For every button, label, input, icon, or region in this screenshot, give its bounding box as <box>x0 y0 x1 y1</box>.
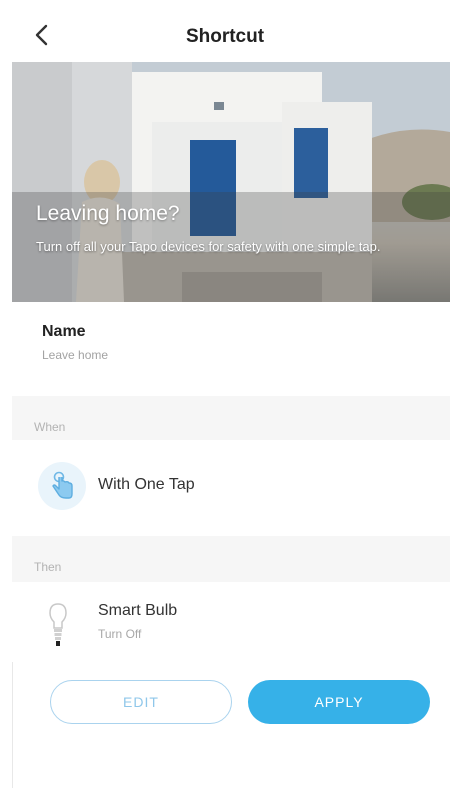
page-title: Shortcut <box>185 26 265 47</box>
shortcut-name-field[interactable]: Name Leave home <box>12 302 450 396</box>
tap-icon-circle <box>38 462 86 510</box>
edit-button[interactable]: EDIT <box>50 680 232 724</box>
then-section-header: Then <box>12 536 450 582</box>
name-label: Name <box>42 323 86 340</box>
action-row[interactable]: Smart Bulb Turn Off <box>12 582 450 662</box>
device-action: Turn Off <box>98 627 142 641</box>
then-section-label: Then <box>34 560 62 574</box>
tap-hand-icon <box>52 471 73 499</box>
when-section-header: When <box>12 396 450 440</box>
light-bulb-icon <box>49 603 67 646</box>
hero-title: Leaving home? <box>36 202 180 225</box>
header-bar: Shortcut <box>0 0 450 62</box>
hero-banner: Leaving home? Turn off all your Tapo dev… <box>12 62 450 302</box>
trigger-row[interactable]: With One Tap <box>12 440 450 536</box>
hero-photo <box>12 62 450 302</box>
apply-button[interactable]: APPLY <box>248 680 430 724</box>
trigger-label: With One Tap <box>98 476 195 493</box>
name-value: Leave home <box>42 348 109 362</box>
hero-subtitle: Turn off all your Tapo devices for safet… <box>36 239 381 254</box>
when-section-label: When <box>34 420 66 434</box>
device-name: Smart Bulb <box>98 602 178 619</box>
